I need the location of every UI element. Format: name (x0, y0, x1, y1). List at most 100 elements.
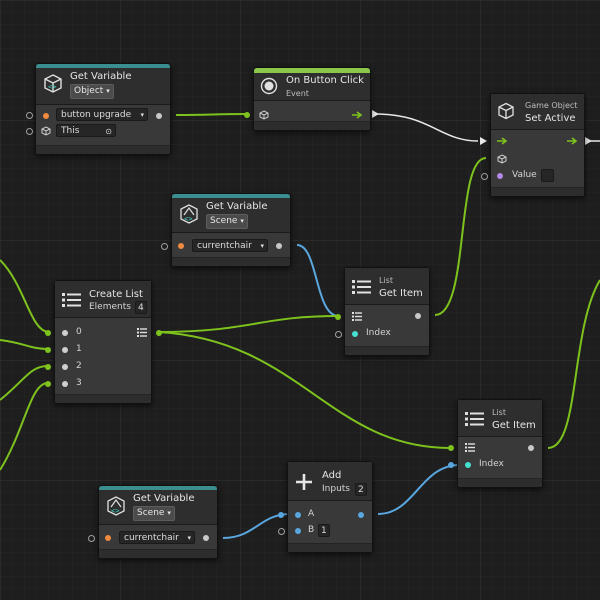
variable-name-field[interactable]: button upgrade ▾ (56, 108, 148, 121)
node-get-variable-scene[interactable]: <> Get Variable Scene ▾ currentchair ▾ (88, 485, 218, 559)
int-type-icon (352, 331, 358, 337)
list-type-icon (465, 443, 475, 452)
svg-text:<>: <> (111, 507, 119, 515)
gameobject-cube-icon (41, 126, 51, 136)
wire-button-to-event (175, 113, 248, 116)
variable-kind-dropdown[interactable]: Scene ▾ (206, 214, 248, 229)
elements-count-field[interactable]: 4 (135, 301, 147, 314)
input-port-item-0[interactable] (45, 330, 51, 336)
input-port-b[interactable] (278, 528, 285, 535)
variable-kind-dropdown[interactable]: Scene ▾ (133, 506, 175, 521)
wire-offscreen-0 (0, 259, 49, 333)
flow-arrow-head-1 (372, 110, 379, 118)
node-list-get-item-2[interactable]: List Get Item Index (448, 399, 543, 488)
input-port-list[interactable] (448, 445, 454, 451)
node-title: Create List (89, 289, 143, 300)
variable-kind-dropdown[interactable]: Object ▾ (70, 84, 114, 99)
input-port-item-1[interactable] (45, 347, 51, 353)
variable-kind-label: Scene (137, 508, 165, 518)
input-port-name[interactable] (161, 243, 168, 250)
variable-name-field[interactable]: currentchair ▾ (192, 239, 268, 252)
plus-icon (296, 474, 312, 490)
wire-offscreen-2 (0, 365, 49, 401)
input-port-name[interactable] (26, 112, 33, 119)
port-dot-icon (62, 381, 68, 387)
node-create-list[interactable]: Create List Elements 4 0 1 2 3 (45, 280, 162, 404)
target-field[interactable]: This ⊙ (56, 124, 116, 137)
variable-kind-label: Object (74, 86, 104, 96)
flow-out-arrow-icon[interactable] (352, 111, 364, 119)
output-port-list[interactable] (156, 330, 162, 336)
value-label: Value (512, 170, 537, 180)
svg-text:<>: <> (48, 83, 56, 91)
gameobject-cube-icon (497, 154, 507, 164)
int-type-icon (465, 462, 471, 468)
variable-name-field[interactable]: currentchair ▾ (119, 531, 195, 544)
input-port-a[interactable] (278, 512, 284, 518)
input-port-name[interactable] (88, 535, 95, 542)
port-dot-icon (62, 347, 68, 353)
input-port-index[interactable] (448, 462, 454, 468)
gameobject-cube-icon (498, 102, 514, 120)
node-title: Get Item (379, 288, 423, 299)
input-port-target[interactable] (244, 112, 250, 118)
number-type-icon (295, 528, 301, 534)
list-icon (62, 293, 81, 307)
node-title: Get Variable (133, 493, 195, 504)
node-list-get-item-1[interactable]: List Get Item Index (335, 267, 430, 356)
wire-flow-event-to-setactive (375, 113, 479, 142)
chevron-down-icon: ▾ (240, 217, 244, 225)
node-title: Get Variable (70, 71, 132, 82)
node-get-variable-scene[interactable]: <> Get Variable Scene ▾ currentchair ▾ (161, 193, 291, 267)
variable-name-value: currentchair (124, 533, 179, 543)
input-port-index[interactable] (335, 331, 342, 338)
flow-in-arrow-icon[interactable] (497, 137, 509, 145)
string-type-icon (105, 535, 111, 541)
item-label-1: 1 (76, 344, 82, 354)
output-port-value[interactable] (276, 243, 282, 249)
target-picker-icon[interactable]: ⊙ (105, 125, 112, 138)
output-port-value[interactable] (156, 113, 162, 119)
chevron-down-icon: ▾ (106, 87, 110, 95)
input-port-value[interactable] (481, 173, 488, 180)
list-icon (465, 412, 484, 426)
value-checkbox[interactable] (541, 169, 554, 182)
svg-text:<>: <> (184, 215, 192, 223)
flow-arrow-head-2 (480, 137, 487, 145)
number-type-icon (295, 512, 301, 518)
wire-list-to-getitem1-a (157, 315, 339, 333)
bool-type-icon (497, 173, 503, 179)
inputs-count-field[interactable]: 2 (355, 483, 367, 496)
input-port-item-3[interactable] (45, 381, 51, 387)
port-dot-icon (62, 330, 68, 336)
cube-variable-icon: <> (44, 74, 62, 93)
node-on-button-click[interactable]: On Button Click Event (244, 67, 371, 131)
b-value-field[interactable]: 1 (318, 524, 330, 537)
string-type-icon (178, 243, 184, 249)
gameobject-cube-icon (259, 110, 269, 120)
node-add[interactable]: Add Inputs 2 A B 1 (278, 461, 373, 553)
list-type-icon (137, 328, 147, 337)
node-title: Add (322, 470, 342, 481)
node-category: List (379, 276, 393, 285)
output-port-item[interactable] (415, 313, 421, 319)
a-label: A (308, 509, 315, 519)
wire-offscreen-3 (0, 382, 49, 471)
output-port-item[interactable] (528, 445, 534, 451)
index-label: Index (479, 459, 504, 469)
chevron-down-icon: ▾ (187, 534, 191, 542)
input-port-list[interactable] (335, 314, 341, 320)
node-get-variable-object[interactable]: <> Get Variable Object ▾ button upgrade … (26, 63, 171, 155)
input-port-item-2[interactable] (45, 364, 51, 370)
port-dot-icon (62, 364, 68, 370)
node-set-active[interactable]: Game Object Set Active Value (481, 93, 585, 197)
item-label-2: 2 (76, 361, 82, 371)
input-port-target[interactable] (26, 128, 33, 135)
output-port-value[interactable] (203, 535, 209, 541)
string-type-icon (43, 113, 49, 119)
wire-getitem1-to-target (434, 157, 487, 316)
wire-getitem2-out (547, 279, 600, 449)
output-port-sum[interactable] (358, 512, 364, 518)
flow-out-arrow-icon[interactable] (567, 137, 579, 145)
chevron-down-icon: ▾ (260, 242, 264, 250)
